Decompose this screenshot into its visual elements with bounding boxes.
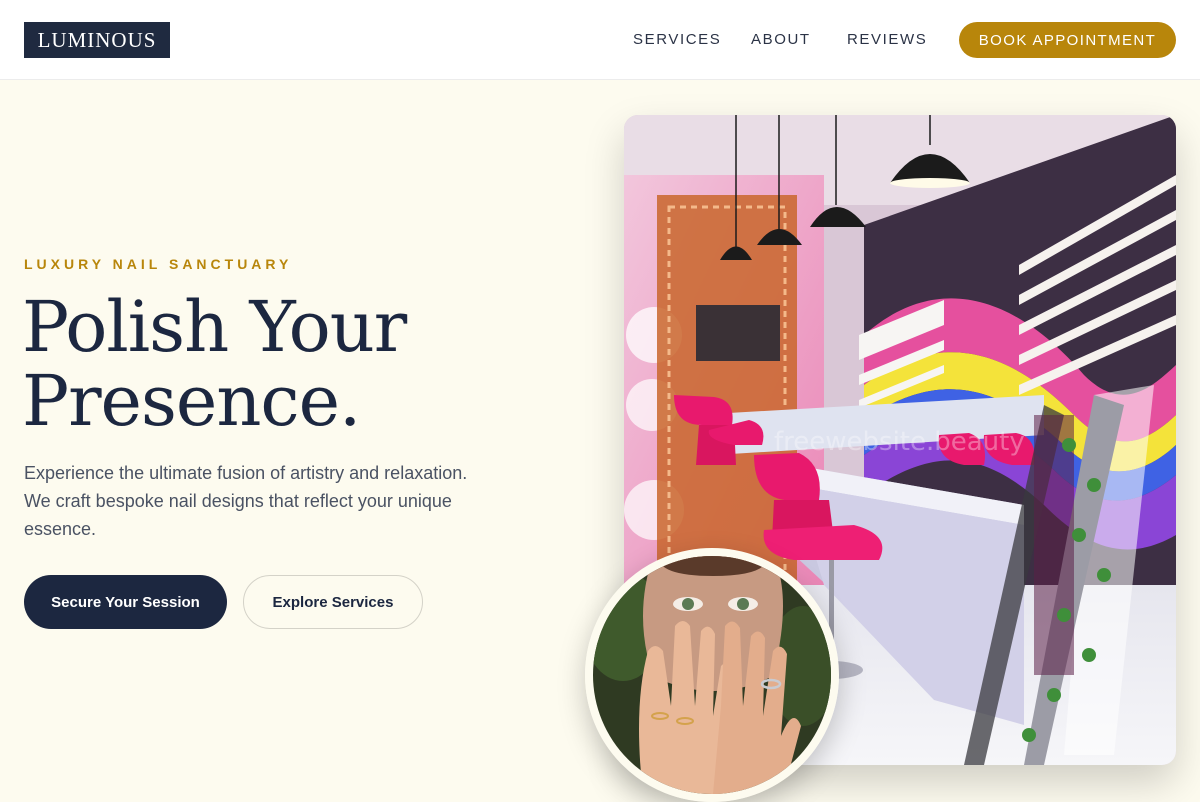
nav-link-reviews[interactable]: REVIEWS xyxy=(847,31,927,48)
hero-description: Experience the ultimate fusion of artist… xyxy=(24,463,468,539)
logo[interactable]: LUMINOUS xyxy=(24,22,170,58)
nav-link-about[interactable]: ABOUT xyxy=(751,31,811,48)
secure-session-button[interactable]: Secure Your Session xyxy=(24,575,227,629)
nav-link-services[interactable]: SERVICES xyxy=(633,31,721,48)
top-nav: LUMINOUS SERVICES ABOUT REVIEWS BOOK APP… xyxy=(0,0,1200,80)
headline-line-1: Polish Your xyxy=(22,286,407,368)
book-appointment-button[interactable]: BOOK APPOINTMENT xyxy=(959,22,1176,58)
hands-portrait-image xyxy=(585,548,839,802)
hero-eyebrow: LUXURY NAIL SANCTUARY xyxy=(24,256,293,272)
salon-photo-watermark: freewebsite.beauty xyxy=(774,427,1025,457)
explore-services-button[interactable]: Explore Services xyxy=(243,575,423,629)
headline-line-2: Presence. xyxy=(22,360,361,442)
hero-headline: Polish Your Presence. xyxy=(22,286,407,442)
